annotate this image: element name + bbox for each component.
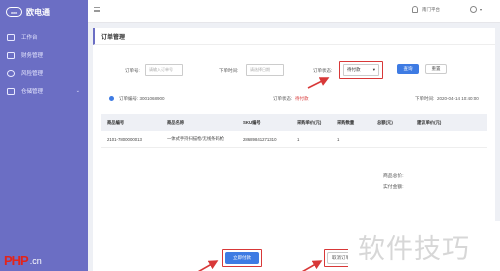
watermark-text: 软件技巧 bbox=[348, 221, 500, 271]
topbar: 南门平台 ▾ bbox=[88, 0, 500, 23]
order-number: 订单编号: 3001068900 bbox=[119, 96, 165, 101]
sidebar-item-risk[interactable]: 风险管理 bbox=[0, 64, 88, 82]
order-date-input[interactable]: 请选择日期 bbox=[246, 64, 284, 76]
topbar-right: 南门平台 ▾ bbox=[411, 6, 482, 13]
sidebar-item-warehouse[interactable]: 仓储管理 ⌄ bbox=[0, 82, 88, 100]
sidebar-item-finance[interactable]: 财务管理 bbox=[0, 46, 88, 64]
column-header: 总额(元) bbox=[377, 119, 393, 125]
sidebar: xxx 欧电通 工作台 财务管理 风险管理 仓储管理 ⌄ bbox=[0, 0, 88, 271]
reset-button[interactable]: 重置 bbox=[425, 64, 447, 74]
column-header: 采购单价(元) bbox=[297, 119, 322, 125]
order-select-radio[interactable] bbox=[109, 96, 114, 101]
order-time-value: 2020-04-14 10:40:00 bbox=[437, 96, 479, 101]
building-icon bbox=[411, 6, 418, 13]
order-status-label: 订单状态: bbox=[313, 68, 333, 73]
order-info-row: 订单编号: 3001068900 订单状态: 待付款 下单时间: 2020-04… bbox=[101, 93, 487, 105]
summary-paid-label: 实付金额: bbox=[383, 185, 404, 190]
wallet-icon bbox=[7, 51, 15, 59]
sidebar-item-label: 仓储管理 bbox=[21, 89, 44, 95]
sidebar-item-label: 风险管理 bbox=[21, 71, 44, 77]
sidebar-item-workbench[interactable]: 工作台 bbox=[0, 28, 88, 46]
user-menu-caret-icon[interactable]: ▾ bbox=[480, 7, 482, 12]
table-cell: 1 bbox=[297, 136, 300, 142]
chevron-down-icon: ⌄ bbox=[75, 88, 80, 94]
avatar[interactable] bbox=[469, 6, 477, 13]
column-header: 商品名称 bbox=[167, 119, 185, 125]
table-cell: 1 bbox=[337, 136, 340, 142]
summary-total-label: 商品总价: bbox=[383, 174, 404, 179]
table-cell: 2101-7800000013 bbox=[107, 136, 142, 142]
order-summary: 商品总价: 实付金额: bbox=[383, 171, 404, 193]
table-cell: 28689841271310 bbox=[243, 136, 277, 142]
menu-toggle-icon[interactable] bbox=[94, 7, 100, 12]
watermark-logo: PHP .cn bbox=[0, 250, 70, 271]
watermark-logo-domain: .cn bbox=[29, 255, 42, 266]
order-no-input[interactable]: 请输入订单号 bbox=[145, 64, 183, 76]
annotation-highlight-status bbox=[339, 61, 383, 79]
table-row: 2101-7800000013 一体式手持扫描枪/无线条码枪 286898412… bbox=[101, 131, 487, 148]
sidebar-item-label: 工作台 bbox=[21, 35, 38, 41]
box-icon bbox=[7, 87, 15, 95]
order-time-label: 下单时间: bbox=[415, 96, 435, 101]
table-cell: 一体式手持扫描枪/无线条码枪 bbox=[167, 136, 225, 141]
pay-now-button[interactable]: 立即付款 bbox=[225, 252, 259, 264]
watermark-logo-php: PHP bbox=[4, 253, 29, 268]
order-no-label: 订单号: bbox=[125, 68, 140, 73]
monitor-icon bbox=[7, 33, 15, 41]
order-status-prefix: 订单状态: bbox=[273, 96, 293, 101]
column-header: 建议单价(元) bbox=[417, 119, 442, 125]
column-header: 商品编号 bbox=[107, 119, 125, 125]
shield-icon bbox=[7, 69, 15, 77]
sidebar-item-label: 财务管理 bbox=[21, 53, 44, 59]
column-header: SKU编号 bbox=[243, 119, 261, 125]
order-items-table: 商品编号 商品名称 SKU编号 采购单价(元) 采购数量 总额(元) 建议单价(… bbox=[101, 114, 487, 148]
order-date-label: 下单时间: bbox=[219, 68, 239, 73]
filter-bar: 订单号: 请输入订单号 下单时间: 请选择日期 订单状态: 待付款 ▾ 查询 重… bbox=[101, 61, 487, 79]
sidebar-nav: 工作台 财务管理 风险管理 仓储管理 ⌄ bbox=[0, 28, 88, 100]
org-name[interactable]: 南门平台 bbox=[422, 7, 440, 13]
order-status-badge: 待付款 bbox=[295, 96, 309, 101]
table-header: 商品编号 商品名称 SKU编号 采购单价(元) 采购数量 总额(元) 建议单价(… bbox=[101, 114, 487, 131]
logo-mark-icon: xxx bbox=[6, 7, 22, 17]
query-button[interactable]: 查询 bbox=[397, 64, 419, 74]
app-logo[interactable]: xxx 欧电通 bbox=[6, 4, 86, 20]
column-header: 采购数量 bbox=[337, 119, 355, 125]
page-title: 订单管理 bbox=[93, 28, 495, 45]
app-name: 欧电通 bbox=[26, 7, 50, 17]
